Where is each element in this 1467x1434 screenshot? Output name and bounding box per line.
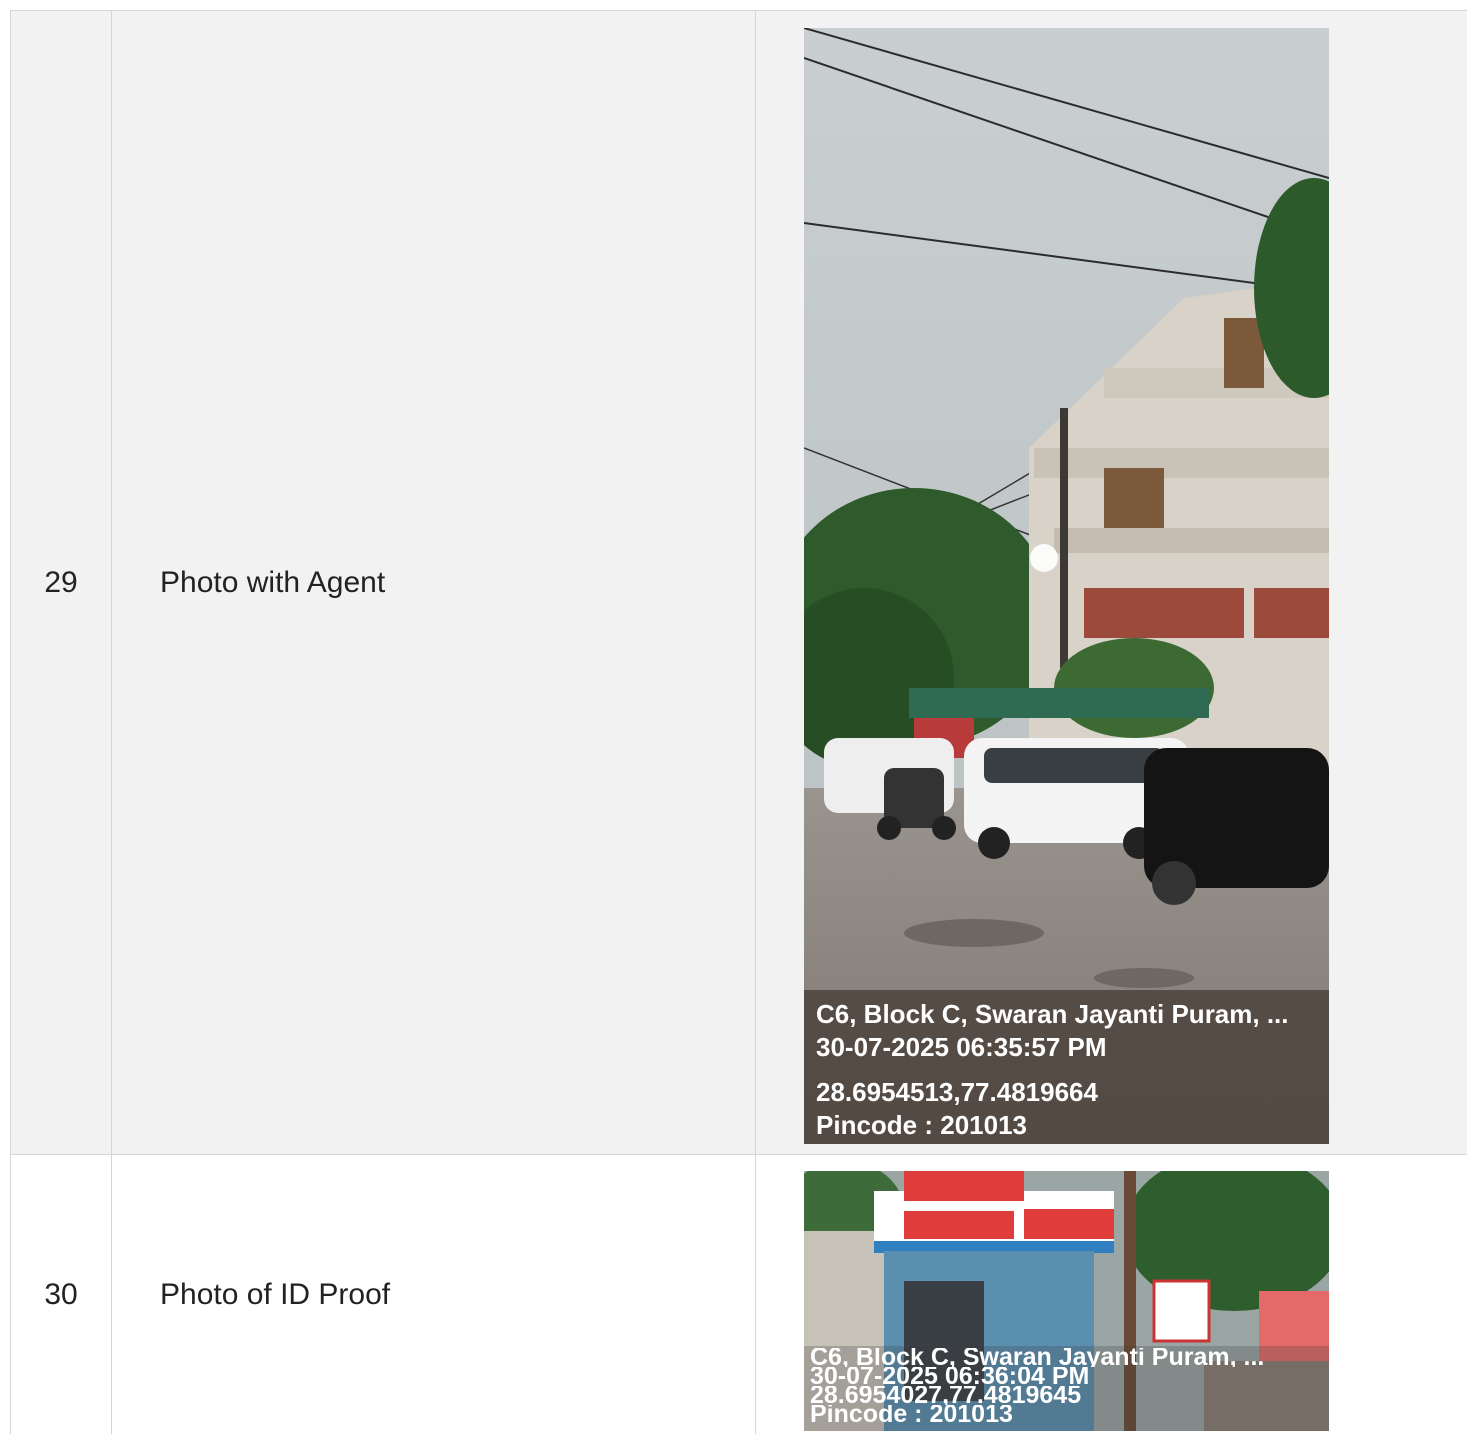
photo-geotag-stamp: C6, Block C, Swaran Jayanti Puram, ... 3… [804, 1346, 1329, 1431]
photo-geotag-stamp: C6, Block C, Swaran Jayanti Puram, ... 3… [804, 990, 1329, 1144]
row-number: 29 [10, 11, 112, 1154]
street-scene-image [804, 28, 1329, 1144]
table-row: 30 Photo of ID Proof C6, Block C, Swaran… [10, 1154, 1467, 1434]
photo-cell: C6, Block C, Swaran Jayanti Puram, ... 3… [756, 1155, 1467, 1434]
row-number: 30 [10, 1155, 112, 1434]
stamp-datetime: 30-07-2025 06:35:57 PM [816, 1032, 1107, 1062]
agent-photo[interactable]: C6, Block C, Swaran Jayanti Puram, ... 3… [804, 28, 1329, 1144]
stamp-coordinates: 28.6954513,77.4819664 [816, 1077, 1098, 1107]
photo-cell: C6, Block C, Swaran Jayanti Puram, ... 3… [756, 11, 1467, 1154]
stamp-address: C6, Block C, Swaran Jayanti Puram, ... [810, 1348, 1265, 1367]
row-label: Photo with Agent [112, 11, 756, 1154]
table-row: 29 Photo with Agent C6, Block C, Swaran … [10, 10, 1467, 1154]
row-label: Photo of ID Proof [112, 1155, 756, 1434]
stamp-pincode: Pincode : 201013 [816, 1110, 1027, 1140]
stamp-datetime: 30-07-2025 06:36:04 PM [810, 1367, 1090, 1386]
stamp-address: C6, Block C, Swaran Jayanti Puram, ... [816, 999, 1289, 1029]
stamp-coordinates: 28.6954027,77.4819645 [810, 1386, 1082, 1405]
stamp-pincode: Pincode : 201013 [810, 1405, 1013, 1424]
id-proof-photo[interactable]: C6, Block C, Swaran Jayanti Puram, ... 3… [804, 1171, 1329, 1431]
